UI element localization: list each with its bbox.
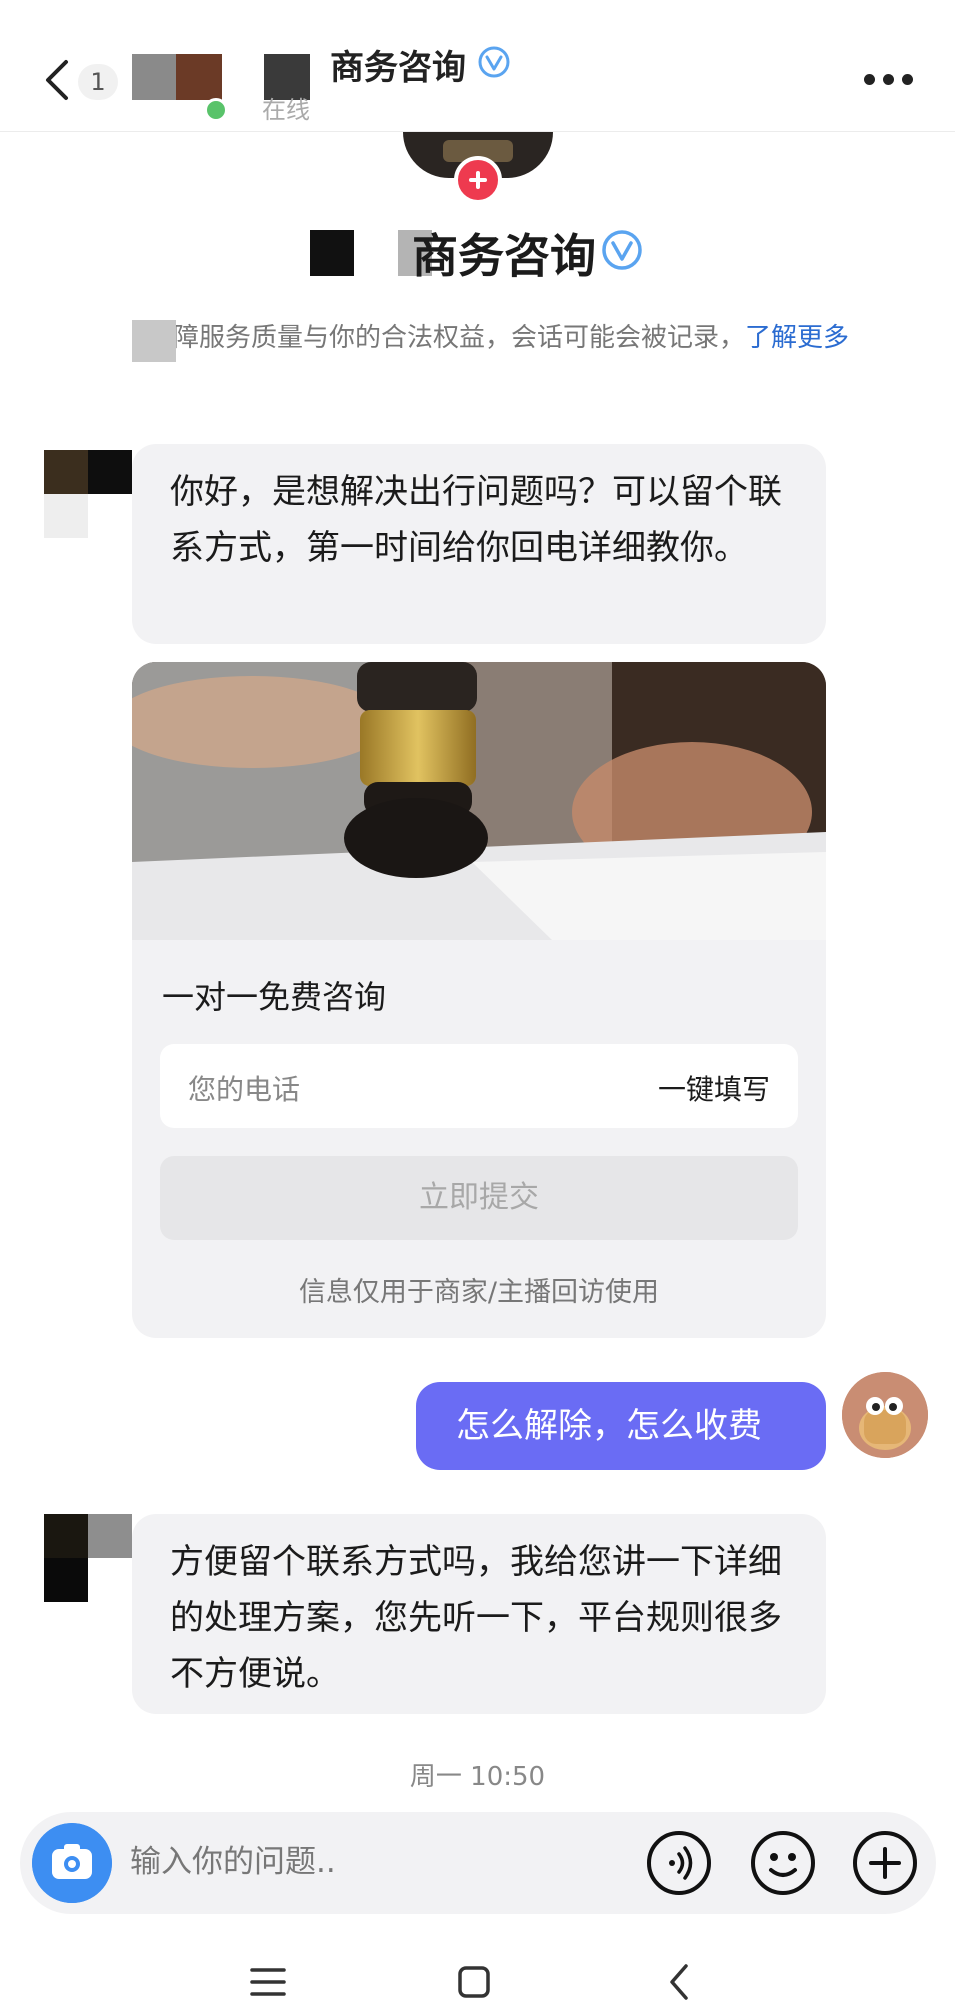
- avatar[interactable]: [842, 1372, 928, 1458]
- top-bar: 1 商务咨询 在线: [0, 0, 955, 132]
- avatar[interactable]: [132, 54, 222, 100]
- card-title: 一对一免费咨询: [162, 978, 387, 1016]
- outgoing-message-bubble: 怎么解除，怎么收费: [416, 1382, 826, 1470]
- privacy-notice: 保障服务质量与你的合法权益，会话可能会被记录，了解更多: [138, 318, 858, 358]
- message-text: 怎么解除，怎么收费: [456, 1406, 762, 1446]
- verified-icon: [602, 230, 642, 270]
- name-redaction: [310, 230, 354, 276]
- composer-bar: [20, 1812, 936, 1914]
- menu-icon[interactable]: [248, 1962, 288, 2000]
- message-text: 方便留个联系方式吗，我给您讲一下详细的处理方案，您先听一下，平台规则很多不方便说…: [170, 1542, 782, 1694]
- autofill-button[interactable]: 一键填写: [658, 1068, 770, 1108]
- phone-placeholder[interactable]: 您的电话: [188, 1068, 300, 1108]
- voice-icon[interactable]: [646, 1830, 712, 1896]
- unread-count-badge[interactable]: 1: [78, 64, 118, 100]
- chat-title[interactable]: 商务咨询: [330, 40, 466, 89]
- avatar[interactable]: [44, 450, 134, 538]
- phone-field[interactable]: 您的电话 一键填写: [160, 1044, 798, 1128]
- back-icon[interactable]: [40, 56, 74, 104]
- privacy-notice-text: 保障服务质量与你的合法权益，会话可能会被记录，: [146, 323, 745, 353]
- notice-redaction: [132, 320, 176, 362]
- submit-button[interactable]: 立即提交: [160, 1156, 798, 1240]
- gavel-image: [132, 662, 826, 940]
- avatar[interactable]: [44, 1514, 134, 1602]
- consultation-card: 一对一免费咨询 您的电话 一键填写 立即提交 信息仅用于商家/主播回访使用: [132, 662, 826, 1338]
- verified-icon: [478, 46, 510, 78]
- home-icon[interactable]: [454, 1962, 494, 2000]
- plus-icon[interactable]: [852, 1830, 918, 1896]
- system-navigation-bar: [0, 1940, 955, 2000]
- online-status-text: 在线: [262, 96, 310, 124]
- emoji-icon[interactable]: [750, 1830, 816, 1896]
- online-status-dot: [204, 98, 228, 122]
- learn-more-link[interactable]: 了解更多: [745, 323, 849, 353]
- message-input[interactable]: [130, 1832, 630, 1892]
- camera-icon[interactable]: [32, 1823, 112, 1903]
- more-icon[interactable]: [864, 74, 914, 86]
- card-footer-note: 信息仅用于商家/主播回访使用: [298, 1277, 660, 1308]
- message-text: 你好，是想解决出行问题吗？可以留个联系方式，第一时间给你回电详细教你。: [170, 472, 782, 568]
- profile-name: 商务咨询: [412, 229, 596, 283]
- timestamp: 周一 10:50: [409, 1762, 546, 1792]
- incoming-message-bubble: 你好，是想解决出行问题吗？可以留个联系方式，第一时间给你回电详细教你。: [132, 444, 826, 644]
- add-icon[interactable]: [454, 156, 502, 204]
- nav-back-icon[interactable]: [660, 1962, 700, 2000]
- incoming-message-bubble: 方便留个联系方式吗，我给您讲一下详细的处理方案，您先听一下，平台规则很多不方便说…: [132, 1514, 826, 1714]
